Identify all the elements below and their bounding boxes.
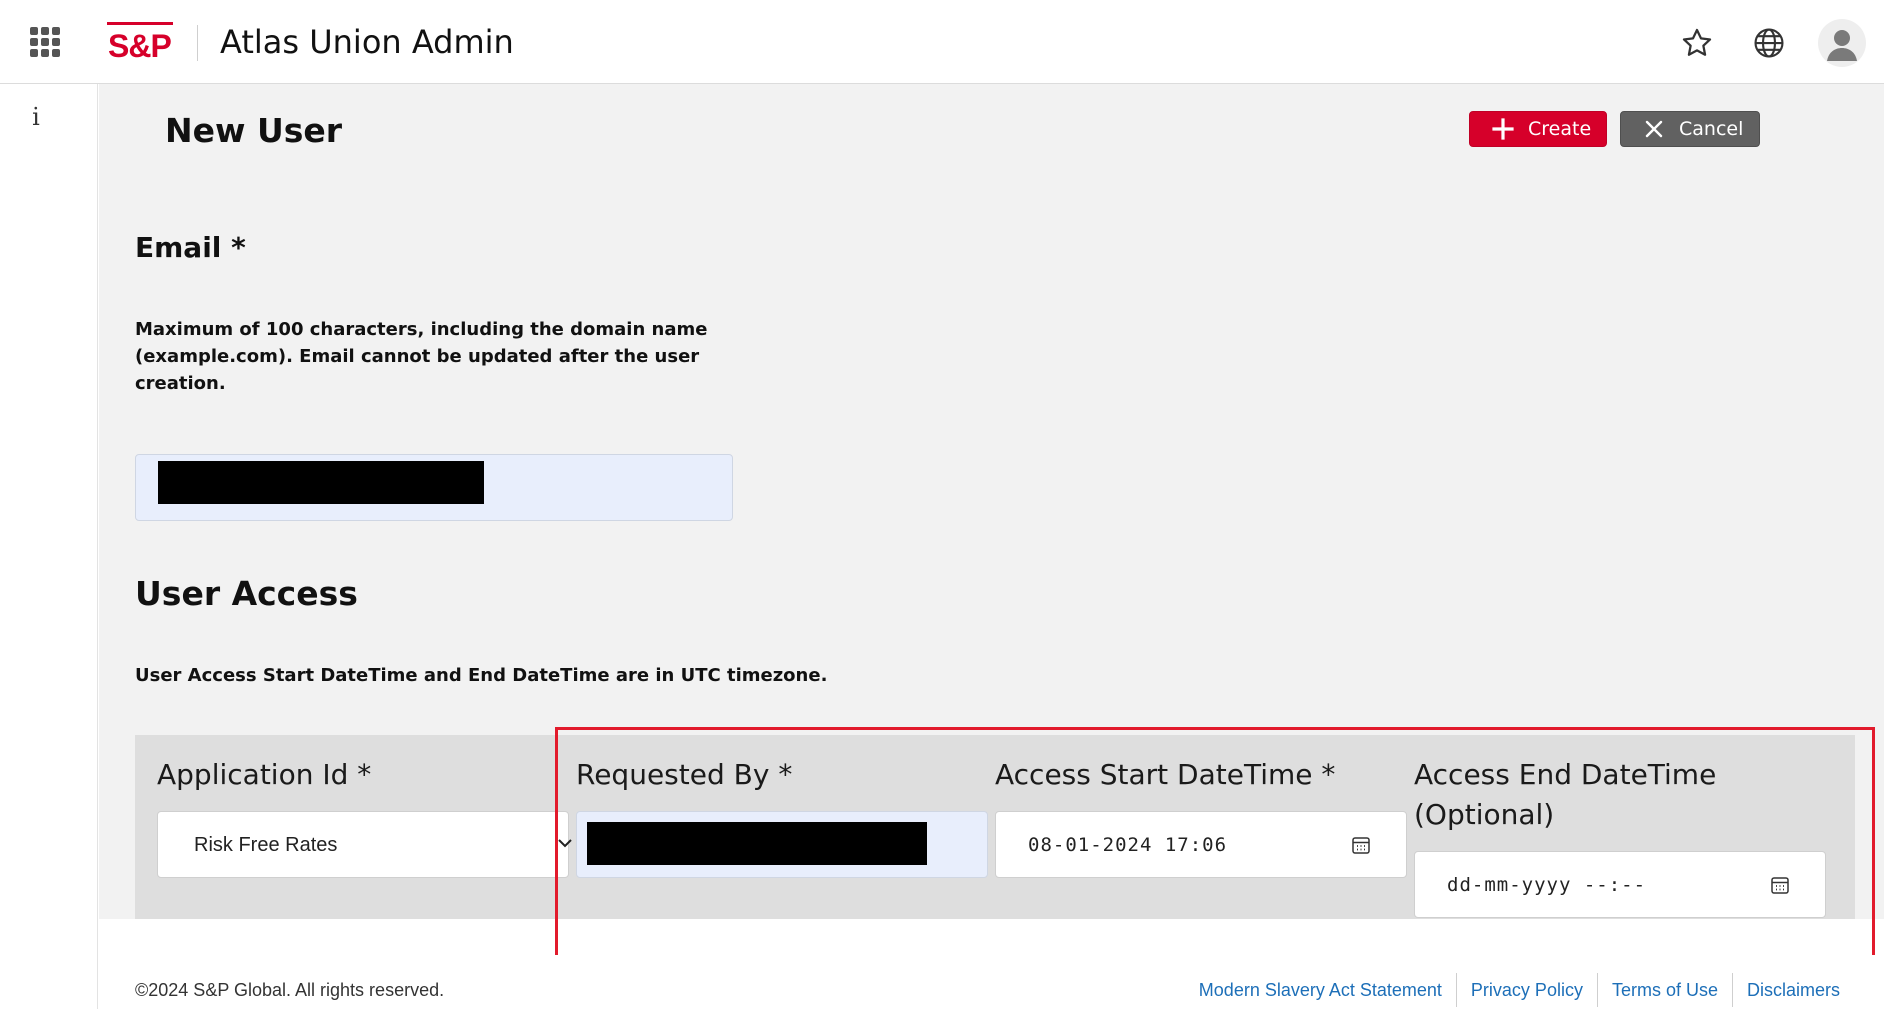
email-help-text: Maximum of 100 characters, including the… [135, 319, 708, 394]
access-start-value: 08-01-2024 17:06 [1028, 834, 1228, 856]
footer-link-terms-of-use[interactable]: Terms of Use [1596, 973, 1732, 1007]
plus-icon [1492, 118, 1514, 140]
header-divider [197, 25, 198, 61]
copyright-text: ©2024 S&P Global. All rights reserved. [135, 980, 445, 1000]
page-title: New User [165, 111, 343, 150]
application-id-label: Application Id * [157, 758, 372, 791]
application-id-value: Risk Free Rates [194, 834, 338, 856]
utc-timezone-note: User Access Start DateTime and End DateT… [135, 665, 828, 686]
calendar-icon[interactable] [1350, 834, 1372, 856]
footer-link-privacy-policy[interactable]: Privacy Policy [1455, 973, 1597, 1007]
footer: ©2024 S&P Global. All rights reserved. M… [99, 955, 1884, 1009]
redacted-requested-by-value [587, 822, 927, 865]
user-avatar-icon[interactable] [1818, 19, 1866, 67]
footer-links: Modern Slavery Act Statement Privacy Pol… [1185, 973, 1854, 1007]
cancel-button[interactable]: Cancel [1620, 111, 1760, 147]
access-end-datetime-input[interactable]: dd-mm-yyyy --:-- [1414, 851, 1826, 918]
user-access-heading: User Access [135, 574, 358, 613]
calendar-icon[interactable] [1769, 874, 1791, 896]
access-end-label: Access End DateTime (Optional) [1414, 758, 1717, 831]
redacted-email-value [158, 461, 484, 504]
main-content: New User Create Cancel Email * Maximum o… [99, 84, 1884, 919]
create-button[interactable]: Create [1469, 111, 1607, 147]
star-icon[interactable] [1680, 26, 1714, 60]
apps-grid-icon[interactable] [30, 27, 60, 57]
access-end-placeholder: dd-mm-yyyy --:-- [1447, 874, 1647, 896]
email-label: Email * [135, 231, 246, 264]
close-icon [1643, 118, 1665, 140]
footer-link-disclaimers[interactable]: Disclaimers [1731, 973, 1854, 1007]
user-access-panel: Application Id * Risk Free Rates Request… [135, 735, 1855, 919]
logo-bar [107, 22, 173, 25]
sp-logo[interactable]: S&P [107, 22, 173, 64]
requested-by-label: Requested By * [576, 758, 793, 791]
globe-icon[interactable] [1752, 26, 1786, 60]
application-id-select[interactable]: Risk Free Rates [157, 811, 572, 878]
info-icon[interactable]: i [24, 102, 48, 132]
footer-link-modern-slavery[interactable]: Modern Slavery Act Statement [1185, 973, 1456, 1007]
top-header: S&P Atlas Union Admin [0, 0, 1884, 84]
app-title: Atlas Union Admin [220, 23, 514, 61]
create-button-label: Create [1528, 118, 1592, 140]
logo-text: S&P [108, 28, 172, 64]
access-start-datetime-input[interactable]: 08-01-2024 17:06 [995, 811, 1407, 878]
access-start-label: Access Start DateTime * [995, 758, 1336, 791]
requested-by-input[interactable] [576, 811, 988, 878]
email-input[interactable] [135, 454, 733, 521]
chevron-down-icon [556, 834, 574, 852]
left-rail: i [0, 84, 98, 1009]
cancel-button-label: Cancel [1679, 118, 1744, 140]
